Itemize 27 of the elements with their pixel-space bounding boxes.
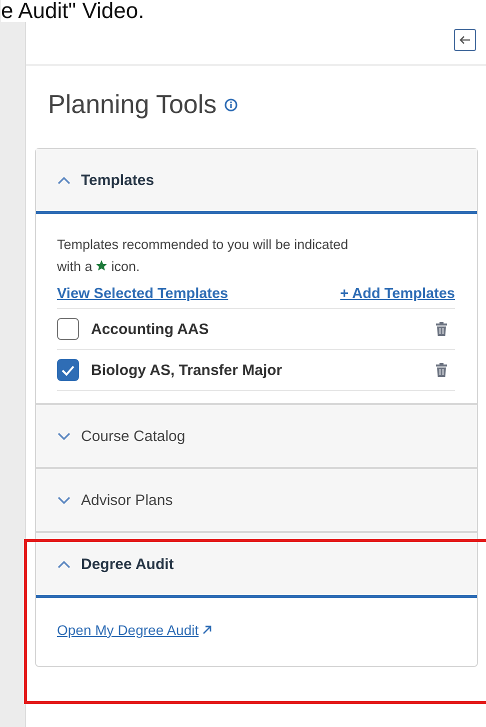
note-text: with a (57, 259, 92, 274)
external-link[interactable]: Open My Degree Audit (57, 622, 212, 638)
checkbox[interactable] (57, 359, 79, 381)
external-link-icon (202, 625, 212, 635)
chevron-down-icon (57, 432, 71, 440)
template-name: Accounting AAS (91, 320, 210, 338)
left-arrow-icon (459, 35, 471, 45)
link[interactable]: View Selected Templates (57, 286, 228, 302)
trash-icon[interactable] (436, 322, 447, 336)
link[interactable]: + Add Templates (340, 286, 455, 302)
note-text: Templates recommended to you will be indicated (57, 237, 348, 252)
trash-icon[interactable] (436, 363, 447, 377)
checkbox[interactable] (57, 318, 79, 340)
note-text: icon. (111, 259, 140, 274)
accordion-header[interactable]: Templates (36, 149, 477, 214)
accordion-header[interactable]: Degree Audit (36, 533, 477, 598)
accordion-header[interactable]: Advisor Plans (36, 469, 477, 533)
chevron-down-icon (57, 496, 71, 504)
accordion-header[interactable]: Course Catalog (36, 405, 477, 469)
info-icon[interactable] (224, 98, 238, 112)
template-name: Biology AS, Transfer Major (91, 362, 284, 378)
star-icon (95, 259, 108, 272)
panel-title: Planning Tools (48, 88, 217, 120)
chevron-up-icon (57, 176, 71, 184)
chevron-up-icon (57, 560, 71, 568)
collapse-button[interactable] (454, 29, 476, 51)
checkmark-icon (61, 364, 75, 376)
